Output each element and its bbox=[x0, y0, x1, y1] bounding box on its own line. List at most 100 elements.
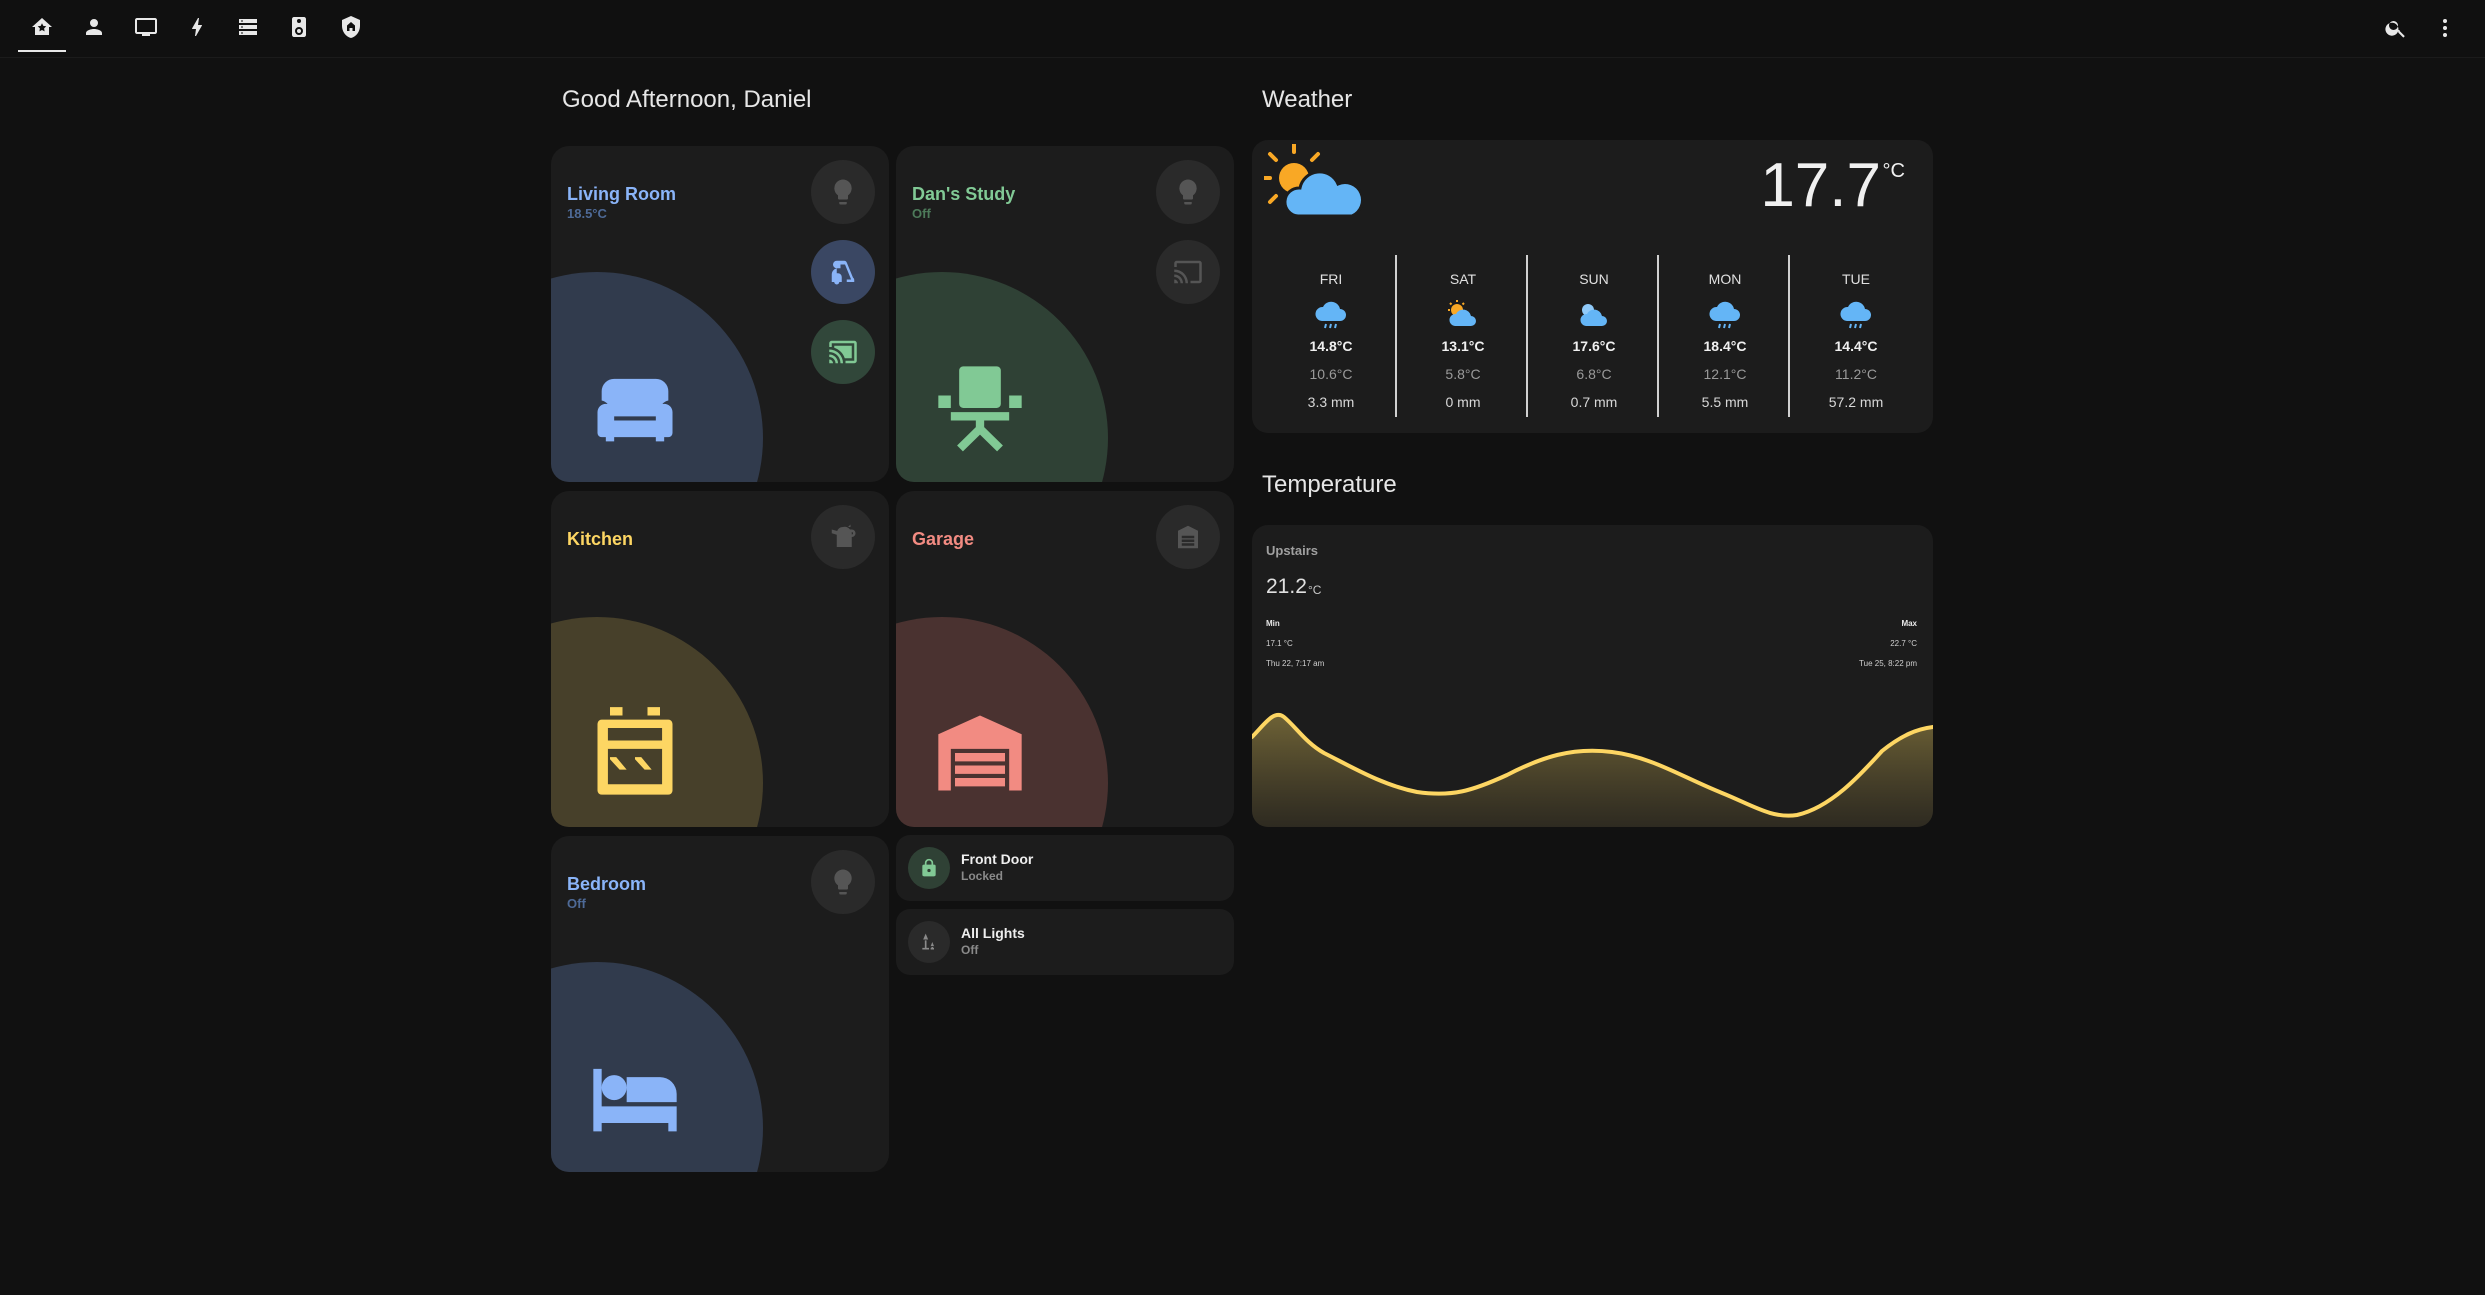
room-name: Dan's Study bbox=[912, 184, 1016, 204]
vacuum-button[interactable] bbox=[811, 240, 875, 304]
min-value: 17.1 °C bbox=[1266, 639, 1293, 648]
tab-server[interactable] bbox=[228, 10, 268, 44]
sensor-value: 21.2 bbox=[1266, 575, 1307, 598]
search-icon bbox=[2385, 21, 2405, 38]
forecast-divider bbox=[1395, 255, 1397, 417]
room-name: Living Room bbox=[567, 184, 676, 204]
monitor-icon bbox=[135, 18, 157, 36]
forecast-day-fri: FRI 14.8°C 10.6°C 3.3 mm bbox=[1266, 255, 1396, 420]
forecast-divider bbox=[1526, 255, 1528, 417]
forecast-low: 6.8°C bbox=[1576, 366, 1612, 382]
light-toggle-button[interactable] bbox=[811, 160, 875, 224]
temperature-sparkline bbox=[1252, 713, 1933, 827]
forecast-day-label: MON bbox=[1708, 271, 1742, 287]
stove-icon bbox=[597, 707, 673, 795]
lights-button[interactable] bbox=[908, 921, 950, 963]
tab-monitor[interactable] bbox=[126, 10, 166, 44]
current-temperature: 17.7 bbox=[1760, 151, 1881, 220]
forecast-day-mon: MON 18.4°C 12.1°C 5.5 mm bbox=[1660, 255, 1790, 420]
cast-icon bbox=[829, 340, 857, 364]
room-card-kitchen[interactable]: Kitchen bbox=[551, 491, 889, 827]
office-chair-icon bbox=[938, 366, 1022, 452]
light-toggle-button[interactable] bbox=[811, 850, 875, 914]
min-time: Thu 22, 7:17 am bbox=[1266, 659, 1325, 668]
forecast-low: 11.2°C bbox=[1835, 366, 1877, 382]
tab-home[interactable] bbox=[18, 10, 66, 52]
forecast-high: 13.1°C bbox=[1441, 338, 1485, 354]
tab-energy[interactable] bbox=[177, 10, 217, 44]
forecast-day-sat: SAT 13.1°C 5.8°C 0 mm bbox=[1398, 255, 1528, 420]
partly-cloudy-icon bbox=[1580, 304, 1607, 326]
rainy-icon bbox=[1840, 301, 1871, 329]
kettle-icon bbox=[831, 524, 856, 547]
cast-icon bbox=[1174, 260, 1202, 284]
weather-title: Weather bbox=[1262, 86, 1353, 113]
temperature-unit: °C bbox=[1882, 160, 1905, 182]
weather-card[interactable]: 17.7 °C FRI 14.8°C 10.6°C 3.3 mm SAT 13.… bbox=[1252, 140, 1933, 433]
forecast-precipitation: 5.5 mm bbox=[1701, 394, 1749, 410]
room-name: Kitchen bbox=[567, 529, 634, 549]
sofa-icon bbox=[597, 378, 673, 442]
greeting-title: Good Afternoon, Daniel bbox=[562, 86, 812, 113]
forecast-precipitation: 0 mm bbox=[1445, 394, 1481, 410]
rainy-icon bbox=[1709, 301, 1740, 329]
home-icon bbox=[32, 18, 52, 35]
room-name: Bedroom bbox=[567, 874, 647, 894]
tab-speaker[interactable] bbox=[279, 10, 319, 44]
sparkline-area bbox=[1252, 714, 1933, 827]
tab-security[interactable] bbox=[331, 10, 371, 44]
room-card-bedroom[interactable]: Bedroom Off bbox=[551, 836, 889, 1172]
forecast-day-tue: TUE 14.4°C 11.2°C 57.2 mm bbox=[1791, 255, 1921, 420]
forecast-low: 12.1°C bbox=[1703, 366, 1747, 382]
garage-door-button[interactable] bbox=[1156, 505, 1220, 569]
forecast-high: 18.4°C bbox=[1703, 338, 1747, 354]
garage-door-icon bbox=[1178, 525, 1198, 549]
speaker-icon bbox=[292, 17, 306, 37]
shield-home-icon bbox=[342, 16, 360, 38]
lightbulb-icon bbox=[1179, 179, 1197, 205]
forecast-high: 14.8°C bbox=[1309, 338, 1353, 354]
min-label: Min bbox=[1266, 619, 1280, 628]
room-status: 18.5°C bbox=[567, 206, 607, 221]
partly-cloudy-icon bbox=[1448, 300, 1476, 326]
cast-button[interactable] bbox=[1156, 240, 1220, 304]
forecast-divider bbox=[1788, 255, 1790, 417]
max-label: Max bbox=[1901, 619, 1917, 628]
lock-icon bbox=[922, 858, 936, 877]
room-card-living-room[interactable]: Living Room 18.5°C bbox=[551, 146, 889, 482]
tile-front-door[interactable]: Front Door Locked bbox=[896, 835, 1234, 901]
kettle-button[interactable] bbox=[811, 505, 875, 569]
search-button[interactable] bbox=[2380, 12, 2412, 44]
tab-person[interactable] bbox=[74, 10, 114, 44]
forecast-day-label: FRI bbox=[1319, 271, 1343, 287]
lightbulb-icon bbox=[834, 179, 852, 205]
room-card-garage[interactable]: Garage bbox=[896, 491, 1234, 827]
lightning-icon bbox=[191, 18, 202, 36]
forecast-high: 14.4°C bbox=[1834, 338, 1878, 354]
more-vert-icon bbox=[2443, 19, 2447, 37]
server-icon bbox=[239, 19, 257, 35]
forecast-low: 10.6°C bbox=[1309, 366, 1353, 382]
forecast-precipitation: 3.3 mm bbox=[1307, 394, 1355, 410]
forecast-low: 5.8°C bbox=[1445, 366, 1481, 382]
room-card-dans-study[interactable]: Dan's Study Off bbox=[896, 146, 1234, 482]
temperature-title: Temperature bbox=[1262, 471, 1397, 498]
top-app-bar bbox=[0, 0, 2485, 58]
tile-title: Front Door bbox=[961, 851, 1034, 867]
room-status: Off bbox=[912, 206, 931, 221]
cast-button[interactable] bbox=[811, 320, 875, 384]
light-toggle-button[interactable] bbox=[1156, 160, 1220, 224]
forecast-precipitation: 57.2 mm bbox=[1828, 394, 1884, 410]
forecast-divider bbox=[1657, 255, 1659, 417]
partly-cloudy-icon bbox=[1264, 144, 1364, 218]
person-icon bbox=[86, 19, 102, 35]
sensor-name: Upstairs bbox=[1266, 543, 1319, 558]
forecast-day-label: SAT bbox=[1449, 271, 1477, 287]
max-time: Tue 25, 8:22 pm bbox=[1859, 659, 1917, 668]
tile-state: Locked bbox=[961, 869, 1004, 883]
overflow-menu-button[interactable] bbox=[2429, 12, 2461, 44]
tile-all-lights[interactable]: All Lights Off bbox=[896, 909, 1234, 975]
lock-button[interactable] bbox=[908, 847, 950, 889]
temperature-card[interactable]: Upstairs 21.2 °C Min 17.1 °C Thu 22, 7:1… bbox=[1252, 525, 1933, 827]
rainy-icon bbox=[1315, 301, 1346, 329]
